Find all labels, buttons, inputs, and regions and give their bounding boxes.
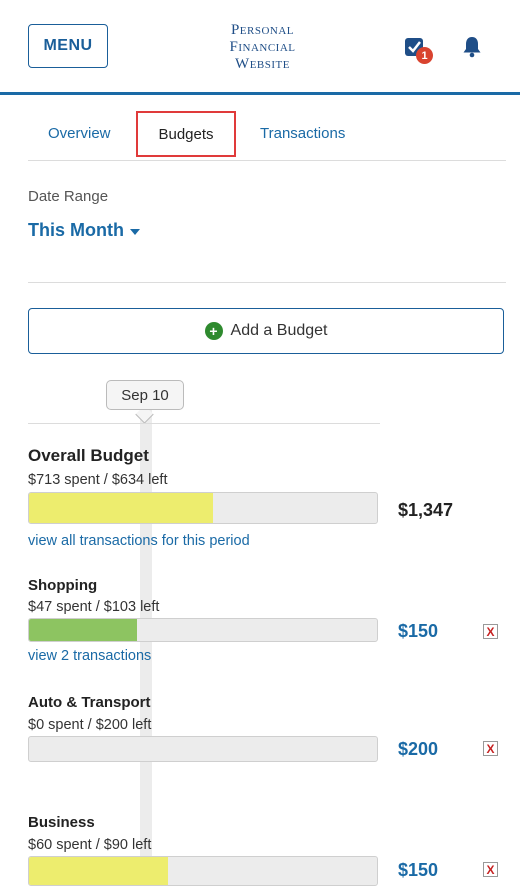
budget-summary: $0 spent / $200 left: [28, 717, 152, 733]
date-range-dropdown[interactable]: This Month: [28, 220, 140, 241]
budget-name: Business: [28, 814, 95, 831]
budget-progress-bar: [28, 856, 378, 886]
budget-progress-fill: [29, 619, 137, 641]
budget-progress-fill: [29, 857, 169, 885]
budget-progress-bar: [28, 492, 378, 524]
menu-button[interactable]: MENU: [28, 24, 108, 68]
budget-amount-link[interactable]: $150: [398, 621, 438, 642]
divider: [28, 423, 380, 424]
budget-summary: $60 spent / $90 left: [28, 837, 152, 853]
tab-transactions[interactable]: Transactions: [260, 106, 345, 160]
budget-amount: $1,347: [398, 500, 454, 520]
plus-circle-icon: +: [204, 322, 223, 340]
budget-summary: $713 spent / $634 left: [28, 472, 168, 488]
budget-amount-link[interactable]: $150: [398, 860, 438, 881]
site-title-line-1: Personal: [230, 22, 295, 38]
budget-name: Auto & Transport: [28, 694, 151, 711]
tab-budgets[interactable]: Budgets: [136, 111, 236, 157]
date-range-value: This Month: [28, 220, 124, 240]
view-transactions-link[interactable]: view 2 transactions: [28, 648, 151, 664]
budget-name: Shopping: [28, 577, 98, 594]
caret-down-icon: [129, 228, 140, 235]
budget-name: Overall Budget: [28, 446, 149, 465]
tab-overview[interactable]: Overview: [48, 106, 111, 160]
delete-budget-icon[interactable]: X: [483, 741, 498, 756]
add-budget-label: Add a Budget: [230, 322, 328, 339]
app-header: MENU Personal Financial Website 1: [0, 0, 520, 95]
site-title[interactable]: Personal Financial Website: [190, 22, 335, 73]
budget-progress-bar: [28, 618, 378, 642]
site-title-line-2: Financial: [229, 39, 296, 55]
delete-budget-icon[interactable]: X: [483, 862, 498, 877]
divider: [28, 282, 506, 283]
budget-progress-bar: [28, 736, 378, 762]
budget-summary: $47 spent / $103 left: [28, 599, 160, 615]
date-range-label: Date Range: [28, 188, 109, 205]
view-transactions-link[interactable]: view all transactions for this period: [28, 533, 250, 549]
date-marker: Sep 10: [106, 380, 184, 410]
bell-icon[interactable]: [462, 36, 482, 58]
add-budget-button[interactable]: + Add a Budget: [28, 308, 504, 354]
tab-bar: Overview Budgets Transactions: [28, 106, 506, 161]
delete-budget-icon[interactable]: X: [483, 624, 498, 639]
budget-progress-fill: [29, 493, 214, 523]
site-title-line-3: Website: [235, 56, 290, 72]
budget-amount-link[interactable]: $200: [398, 739, 438, 760]
notification-badge[interactable]: 1: [416, 47, 433, 64]
